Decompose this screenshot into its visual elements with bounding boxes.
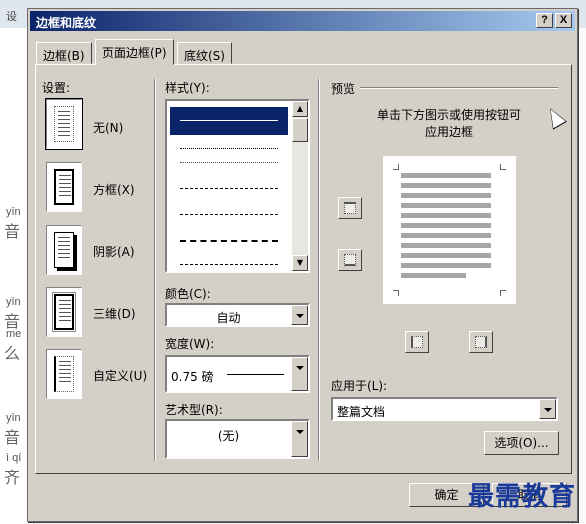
hanzi-text: 音 xyxy=(4,222,21,241)
preview-text-line xyxy=(401,213,491,218)
hanzi-text: 么 xyxy=(4,344,21,363)
style-item[interactable] xyxy=(170,175,288,203)
left-border-button[interactable] xyxy=(405,331,429,353)
preview-text-line xyxy=(401,173,491,178)
preview-text-line xyxy=(401,253,491,258)
color-value: 自动 xyxy=(216,311,241,325)
color-label: 颜色(C): xyxy=(165,287,211,301)
page-custom-icon xyxy=(54,356,74,392)
dialog-title: 边框和底纹 xyxy=(36,16,97,30)
width-value: 0.75 磅 xyxy=(171,370,214,384)
corner-mark xyxy=(393,164,399,170)
help-button[interactable]: ? xyxy=(536,13,553,28)
chevron-down-icon[interactable] xyxy=(291,421,308,457)
preview-text-line xyxy=(401,183,491,188)
top-border-icon xyxy=(344,202,356,214)
art-combo[interactable]: (无) xyxy=(165,419,310,459)
width-sample-line xyxy=(227,374,284,375)
preview-instructions-1: 单击下方图示或使用按钮可 xyxy=(377,108,522,122)
preview-text-line xyxy=(401,233,491,238)
setting-3d-label[interactable]: 三维(D) xyxy=(93,305,136,322)
setting-box-label[interactable]: 方框(X) xyxy=(93,181,135,198)
setting-3d-button[interactable] xyxy=(46,287,82,337)
corner-mark xyxy=(500,164,506,170)
scroll-thumb[interactable] xyxy=(292,118,308,142)
art-value: (无) xyxy=(217,429,240,443)
scroll-up-icon[interactable]: ▲ xyxy=(292,101,308,117)
setting-none-button[interactable] xyxy=(45,98,83,150)
corner-mark xyxy=(393,290,399,296)
width-combo[interactable]: 0.75 磅 xyxy=(165,355,310,393)
setting-box-button[interactable] xyxy=(46,162,82,212)
style-listbox[interactable]: ▲ ▼ xyxy=(165,99,310,273)
chevron-down-icon[interactable] xyxy=(539,399,556,419)
color-combo[interactable]: 自动 xyxy=(165,303,310,327)
page-none-icon xyxy=(54,106,74,142)
right-border-icon xyxy=(475,336,487,348)
setting-custom-label[interactable]: 自定义(U) xyxy=(93,367,147,384)
style-item[interactable] xyxy=(170,149,288,177)
close-button[interactable]: X xyxy=(555,13,572,28)
style-item[interactable] xyxy=(170,251,288,279)
preview-heading-rule xyxy=(360,87,558,89)
setting-none-label[interactable]: 无(N) xyxy=(93,119,123,136)
apply-to-label: 应用于(L): xyxy=(331,379,388,393)
pinyin-text: yīn xyxy=(6,412,21,424)
setting-custom-button[interactable] xyxy=(46,349,82,399)
tab-borders[interactable]: 边框(B) xyxy=(36,42,92,64)
separator-right xyxy=(318,79,320,461)
preview-text-line xyxy=(401,223,491,228)
preview-text-line xyxy=(401,203,491,208)
pinyin-text: yīn xyxy=(6,206,21,218)
scroll-down-icon[interactable]: ▼ xyxy=(292,255,308,271)
apply-to-combo[interactable]: 整篇文档 xyxy=(331,397,558,421)
setting-shadow-button[interactable] xyxy=(46,225,82,275)
style-scrollbar[interactable]: ▲ ▼ xyxy=(292,101,308,271)
style-item[interactable] xyxy=(170,201,288,229)
settings-heading: 设置: xyxy=(42,81,71,95)
ribbon-text: 设 xyxy=(6,10,17,23)
tab-page-border[interactable]: 页面边框(P) xyxy=(95,39,174,65)
hanzi-text: 音 xyxy=(4,428,21,447)
art-label: 艺术型(R): xyxy=(165,403,223,417)
width-label: 宽度(W): xyxy=(165,337,215,351)
preview-text-line xyxy=(401,273,466,278)
top-border-button[interactable] xyxy=(338,197,362,219)
hanzi-text: 齐 xyxy=(4,468,21,487)
page-3d-icon xyxy=(52,292,76,332)
preview-text-line xyxy=(401,263,491,268)
watermark-logo: 最需教育 xyxy=(468,482,577,512)
apply-to-value: 整篇文档 xyxy=(337,405,386,419)
setting-shadow-label[interactable]: 阴影(A) xyxy=(93,243,135,260)
pinyin-text: ì qí xyxy=(6,452,22,464)
separator-left xyxy=(154,79,156,461)
preview-page[interactable] xyxy=(383,156,516,304)
preview-instructions-2: 应用边框 xyxy=(425,125,474,139)
tab-shading[interactable]: 底纹(S) xyxy=(177,42,232,64)
left-border-icon xyxy=(411,336,423,348)
options-button[interactable]: 选项(O)... xyxy=(484,431,559,455)
preview-text-line xyxy=(401,193,491,198)
page-shadow-icon xyxy=(54,232,74,268)
bottom-border-icon xyxy=(344,254,356,266)
page-box-icon xyxy=(54,169,74,205)
right-border-button[interactable] xyxy=(469,331,493,353)
style-heading: 样式(Y): xyxy=(165,81,210,95)
chevron-down-icon[interactable] xyxy=(291,305,308,325)
pinyin-text: yīn xyxy=(6,296,21,308)
chevron-down-icon[interactable] xyxy=(291,357,308,391)
dialog-titlebar[interactable]: 边框和底纹 ? X xyxy=(30,11,575,31)
bottom-border-button[interactable] xyxy=(338,249,362,271)
pinyin-text: me xyxy=(6,328,22,340)
corner-mark xyxy=(500,290,506,296)
preview-text-line xyxy=(401,243,491,248)
preview-heading: 预览 xyxy=(331,82,356,96)
style-item[interactable] xyxy=(170,107,288,135)
